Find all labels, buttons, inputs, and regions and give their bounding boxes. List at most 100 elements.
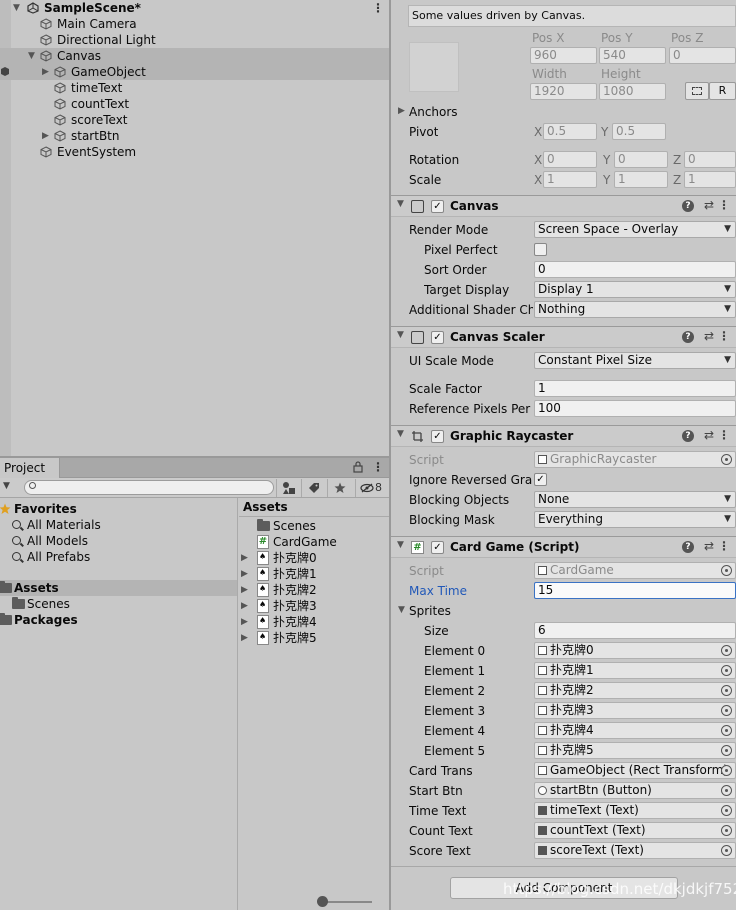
chevron-right-icon[interactable]: ▶ <box>398 106 405 116</box>
rot-x-field[interactable]: 0 <box>543 151 597 168</box>
chevron-right-icon[interactable]: ▶ <box>241 630 248 646</box>
asset-item-card2[interactable]: ▶ ♠ 扑克牌2 <box>239 582 389 598</box>
component-header-graphic-raycaster[interactable]: ▼ ✓ Graphic Raycaster ? ⇄ ⋮ <box>391 425 736 447</box>
favorites-header[interactable]: Favorites <box>0 501 237 517</box>
help-icon[interactable]: ? <box>682 331 694 343</box>
cardgame-script-field[interactable]: CardGame <box>534 562 736 579</box>
sprite-element-field[interactable]: 扑克牌3 <box>534 702 736 719</box>
object-picker-icon[interactable] <box>721 565 732 576</box>
sprite-element-field[interactable]: 扑克牌4 <box>534 722 736 739</box>
object-picker-icon[interactable] <box>721 454 732 465</box>
sort-order-field[interactable]: 0 <box>534 261 736 278</box>
card-trans-field[interactable]: GameObject (Rect Transform) <box>534 762 736 779</box>
more-vertical-icon[interactable]: ⋮ <box>372 0 384 16</box>
chevron-down-icon[interactable]: ▼ <box>13 0 23 16</box>
sprite-element-field[interactable]: 扑克牌2 <box>534 682 736 699</box>
tree-item-assets[interactable]: Assets <box>0 580 237 596</box>
anchor-presets-button[interactable] <box>409 42 459 92</box>
more-vertical-icon[interactable]: ⋮ <box>718 539 730 553</box>
object-picker-icon[interactable] <box>721 805 732 816</box>
chevron-down-icon[interactable]: ▼ <box>397 540 404 550</box>
scene-row[interactable]: ▼ SampleScene* ⋮ <box>0 0 389 16</box>
tab-project[interactable]: Project <box>0 458 60 478</box>
blueprint-mode-button[interactable] <box>685 82 709 100</box>
component-enabled-checkbox[interactable]: ✓ <box>431 430 444 443</box>
chevron-down-icon[interactable]: ▼ <box>397 199 404 209</box>
blocking-mask-dropdown[interactable]: Everything ▼ <box>534 511 736 528</box>
object-picker-icon[interactable] <box>721 705 732 716</box>
object-picker-icon[interactable] <box>721 845 732 856</box>
hierarchy-item-startbtn[interactable]: ▶ startBtn <box>0 128 389 144</box>
pivot-y-field[interactable]: 0.5 <box>612 123 666 140</box>
help-icon[interactable]: ? <box>682 430 694 442</box>
component-enabled-checkbox[interactable]: ✓ <box>431 331 444 344</box>
chevron-right-icon[interactable]: ▶ <box>42 128 52 144</box>
more-vertical-icon[interactable]: ⋮ <box>372 460 384 474</box>
help-icon[interactable]: ? <box>682 200 694 212</box>
zoom-slider-track[interactable] <box>322 901 372 903</box>
object-picker-icon[interactable] <box>721 745 732 756</box>
hierarchy-item-scoretext[interactable]: scoreText <box>0 112 389 128</box>
posy-field[interactable]: 540 <box>599 47 666 64</box>
chevron-right-icon[interactable]: ▶ <box>241 550 248 566</box>
ref-ppu-field[interactable]: 100 <box>534 400 736 417</box>
posx-field[interactable]: 960 <box>530 47 597 64</box>
rot-y-field[interactable]: 0 <box>614 151 668 168</box>
rot-z-field[interactable]: 0 <box>684 151 736 168</box>
pivot-x-field[interactable]: 0.5 <box>543 123 597 140</box>
asset-item-card0[interactable]: ▶ ♠ 扑克牌0 <box>239 550 389 566</box>
chevron-right-icon[interactable]: ▶ <box>241 582 248 598</box>
time-text-field[interactable]: timeText (Text) <box>534 802 736 819</box>
chevron-down-icon[interactable]: ▼ <box>28 48 38 64</box>
chevron-right-icon[interactable]: ▶ <box>241 598 248 614</box>
presets-icon[interactable]: ⇄ <box>704 329 714 343</box>
sprite-element-field[interactable]: 扑克牌0 <box>534 642 736 659</box>
hierarchy-item-timetext[interactable]: timeText <box>0 80 389 96</box>
presets-icon[interactable]: ⇄ <box>704 428 714 442</box>
shader-channels-dropdown[interactable]: Nothing ▼ <box>534 301 736 318</box>
hierarchy-item-canvas[interactable]: ▼ Canvas <box>0 48 389 64</box>
tree-item-scenes[interactable]: Scenes <box>0 596 237 612</box>
tree-item-packages[interactable]: Packages <box>0 612 237 628</box>
sprites-label[interactable]: Sprites <box>409 603 451 619</box>
sprite-element-field[interactable]: 扑克牌5 <box>534 742 736 759</box>
create-dropdown-icon[interactable]: ▼ <box>3 481 10 491</box>
favorite-all-models[interactable]: All Models <box>0 533 237 549</box>
zoom-slider-handle[interactable] <box>317 896 328 907</box>
object-picker-icon[interactable] <box>721 725 732 736</box>
asset-item-card4[interactable]: ▶ ♠ 扑克牌4 <box>239 614 389 630</box>
blocking-objects-dropdown[interactable]: None ▼ <box>534 491 736 508</box>
asset-item-card3[interactable]: ▶ ♠ 扑克牌3 <box>239 598 389 614</box>
favorite-all-materials[interactable]: All Materials <box>0 517 237 533</box>
ui-scale-mode-dropdown[interactable]: Constant Pixel Size ▼ <box>534 352 736 369</box>
hierarchy-item-main-camera[interactable]: Main Camera <box>0 16 389 32</box>
more-vertical-icon[interactable]: ⋮ <box>718 198 730 212</box>
hierarchy-item-eventsystem[interactable]: EventSystem <box>0 144 389 160</box>
sprite-element-field[interactable]: 扑克牌1 <box>534 662 736 679</box>
chevron-right-icon[interactable]: ▶ <box>42 64 52 80</box>
object-picker-icon[interactable] <box>721 825 732 836</box>
object-picker-icon[interactable] <box>721 785 732 796</box>
component-enabled-checkbox[interactable]: ✓ <box>431 200 444 213</box>
hierarchy-item-counttext[interactable]: countText <box>0 96 389 112</box>
chevron-down-icon[interactable]: ▼ <box>397 429 404 439</box>
count-text-field[interactable]: countText (Text) <box>534 822 736 839</box>
help-icon[interactable]: ? <box>682 541 694 553</box>
lock-icon[interactable] <box>353 461 363 473</box>
chevron-down-icon[interactable]: ▼ <box>397 330 404 340</box>
asset-item-cardgame[interactable]: # CardGame <box>239 534 389 550</box>
width-field[interactable]: 1920 <box>530 83 597 100</box>
component-header-card-game[interactable]: ▼ # ✓ Card Game (Script) ? ⇄ ⋮ <box>391 536 736 558</box>
tag-filter-button[interactable] <box>301 479 325 497</box>
component-header-canvas-scaler[interactable]: ▼ ✓ Canvas Scaler ? ⇄ ⋮ <box>391 326 736 348</box>
chevron-down-icon[interactable]: ▼ <box>398 605 405 615</box>
scale-z-field[interactable]: 1 <box>684 171 736 188</box>
chevron-right-icon[interactable]: ▶ <box>241 614 248 630</box>
search-by-type-button[interactable] <box>276 479 300 497</box>
object-picker-icon[interactable] <box>721 685 732 696</box>
render-mode-dropdown[interactable]: Screen Space - Overlay ▼ <box>534 221 736 238</box>
raycaster-script-field[interactable]: GraphicRaycaster <box>534 451 736 468</box>
start-btn-field[interactable]: startBtn (Button) <box>534 782 736 799</box>
asset-item-card5[interactable]: ▶ ♠ 扑克牌5 <box>239 630 389 646</box>
raw-edit-button[interactable]: R <box>709 82 736 100</box>
